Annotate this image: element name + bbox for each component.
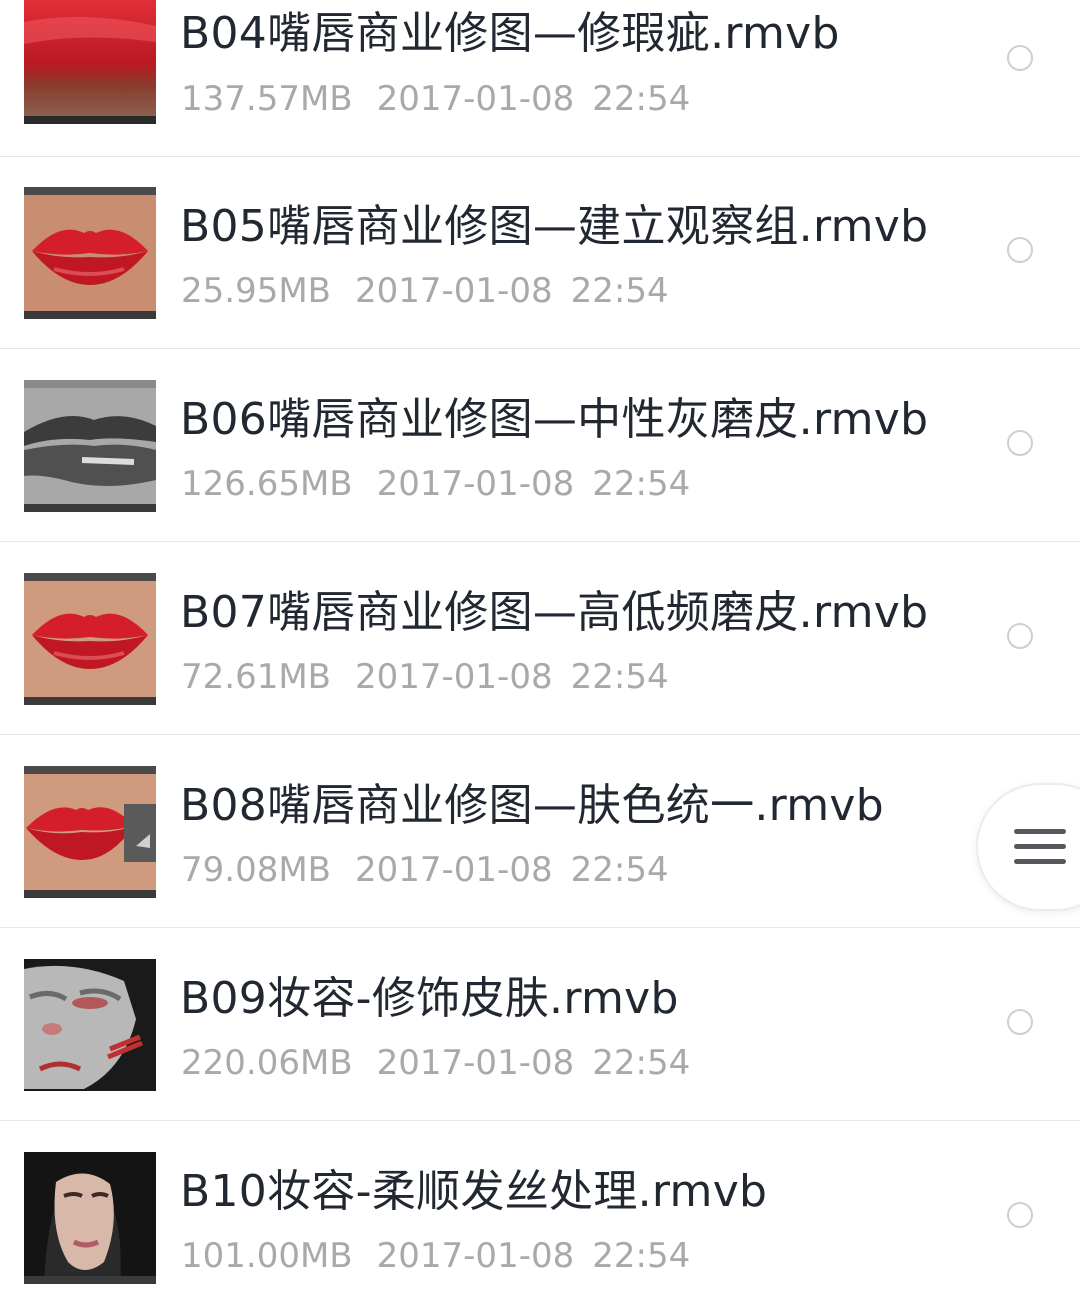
file-time: 22:54 xyxy=(592,464,691,504)
file-meta: 137.57MB 2017-01-08 22:54 xyxy=(181,79,690,119)
select-radio[interactable] xyxy=(1007,45,1033,71)
file-meta: 101.00MB 2017-01-08 22:54 xyxy=(181,1236,690,1276)
file-row[interactable]: B07嘴唇商业修图—高低频磨皮.rmvb 72.61MB 2017-01-08 22… xyxy=(0,543,1080,735)
file-date: 2017-01-08 xyxy=(355,850,553,890)
file-date: 2017-01-08 xyxy=(376,1043,575,1083)
file-name: B04嘴唇商业修图—修瑕疵.rmvb xyxy=(180,8,840,59)
video-thumbnail xyxy=(24,1152,156,1284)
file-size: 220.06MB xyxy=(181,1043,353,1083)
file-date: 2017-01-08 xyxy=(376,79,575,119)
file-meta: 25.95MB 2017-01-08 22:54 xyxy=(181,271,669,311)
file-name: B06嘴唇商业修图—中性灰磨皮.rmvb xyxy=(180,394,929,445)
file-name: B08嘴唇商业修图—肤色统一.rmvb xyxy=(180,780,885,831)
file-name: B05嘴唇商业修图—建立观察组.rmvb xyxy=(180,201,929,252)
file-size: 126.65MB xyxy=(181,464,353,504)
file-meta: 72.61MB 2017-01-08 22:54 xyxy=(181,657,669,697)
file-meta: 79.08MB 2017-01-08 22:54 xyxy=(181,850,669,890)
file-size: 79.08MB xyxy=(181,850,331,890)
file-size: 72.61MB xyxy=(181,657,331,697)
video-thumbnail xyxy=(24,380,156,512)
file-time: 22:54 xyxy=(570,657,669,697)
file-time: 22:54 xyxy=(592,1043,691,1083)
video-thumbnail xyxy=(24,0,156,124)
file-time: 22:54 xyxy=(592,1236,691,1276)
file-meta: 220.06MB 2017-01-08 22:54 xyxy=(181,1043,690,1083)
video-thumbnail xyxy=(24,187,156,319)
file-size: 137.57MB xyxy=(181,79,353,119)
file-row[interactable]: B06嘴唇商业修图—中性灰磨皮.rmvb 126.65MB 2017-01-08 2… xyxy=(0,350,1080,542)
file-date: 2017-01-08 xyxy=(355,657,553,697)
file-date: 2017-01-08 xyxy=(376,1236,575,1276)
file-row[interactable]: B08嘴唇商业修图—肤色统一.rmvb 79.08MB 2017-01-08 22:… xyxy=(0,736,1080,928)
video-thumbnail xyxy=(24,959,156,1091)
file-name: B09妆容-修饰皮肤.rmvb xyxy=(180,973,679,1024)
file-name: B07嘴唇商业修图—高低频磨皮.rmvb xyxy=(180,587,929,638)
file-name: B10妆容-柔顺发丝处理.rmvb xyxy=(180,1166,768,1217)
select-radio[interactable] xyxy=(1007,430,1033,456)
file-date: 2017-01-08 xyxy=(376,464,575,504)
file-time: 22:54 xyxy=(592,79,691,119)
video-thumbnail xyxy=(24,766,156,898)
file-row[interactable]: B10妆容-柔顺发丝处理.rmvb 101.00MB 2017-01-08 22:5… xyxy=(0,1122,1080,1302)
file-row[interactable]: B04嘴唇商业修图—修瑕疵.rmvb 137.57MB 2017-01-08 22:… xyxy=(0,0,1080,157)
file-date: 2017-01-08 xyxy=(355,271,553,311)
file-list: B04嘴唇商业修图—修瑕疵.rmvb 137.57MB 2017-01-08 22:… xyxy=(0,0,1080,1302)
video-thumbnail xyxy=(24,573,156,705)
select-radio[interactable] xyxy=(1007,1202,1033,1228)
file-row[interactable]: B05嘴唇商业修图—建立观察组.rmvb 25.95MB 2017-01-08 22… xyxy=(0,157,1080,349)
file-size: 101.00MB xyxy=(181,1236,353,1276)
file-meta: 126.65MB 2017-01-08 22:54 xyxy=(181,464,690,504)
file-row[interactable]: B09妆容-修饰皮肤.rmvb 220.06MB 2017-01-08 22:54 xyxy=(0,929,1080,1121)
file-time: 22:54 xyxy=(570,850,669,890)
file-time: 22:54 xyxy=(570,271,669,311)
select-radio[interactable] xyxy=(1007,1009,1033,1035)
select-radio[interactable] xyxy=(1007,237,1033,263)
file-size: 25.95MB xyxy=(181,271,331,311)
select-radio[interactable] xyxy=(1007,623,1033,649)
